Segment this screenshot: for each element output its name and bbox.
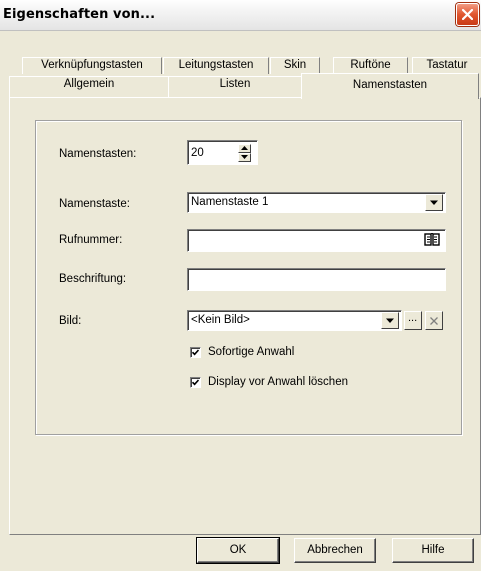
namenstasten-value: 20 — [191, 147, 204, 159]
beschriftung-label: Beschriftung: — [59, 273, 127, 285]
clear-image-button[interactable] — [425, 311, 443, 330]
tab-label: Listen — [219, 78, 251, 90]
chevron-down-icon — [430, 200, 438, 205]
tab-verknuepfungstasten[interactable]: Verknüpfungstasten — [22, 57, 162, 74]
namenstasten-label: Namenstasten: — [59, 148, 137, 160]
tab-label: Leitungstasten — [178, 59, 254, 71]
checkmark-icon — [192, 379, 199, 386]
bild-label: Bild: — [59, 315, 82, 327]
tab-allgemein[interactable]: Allgemein — [9, 76, 169, 98]
tab-tastatur[interactable]: Tastatur — [412, 57, 481, 74]
tab-ruftoene[interactable]: Ruftöne — [333, 57, 408, 74]
close-button[interactable] — [456, 3, 479, 26]
cancel-button[interactable]: Abbrechen — [294, 538, 376, 563]
tab-label: Namenstasten — [352, 79, 428, 91]
phonebook-button[interactable] — [423, 232, 441, 248]
browse-button-label: ... — [408, 312, 418, 324]
tab-leitungstasten[interactable]: Leitungstasten — [163, 57, 269, 74]
chevron-down-icon — [386, 318, 394, 323]
phonebook-icon — [424, 233, 440, 246]
beschriftung-input[interactable] — [187, 268, 446, 291]
sofortige-anwahl-label[interactable]: Sofortige Anwahl — [208, 346, 294, 358]
dropdown-button[interactable] — [425, 194, 443, 211]
bild-select[interactable]: <Kein Bild> — [187, 310, 402, 331]
spin-up-button[interactable] — [238, 144, 251, 153]
ok-button[interactable]: OK — [196, 537, 280, 564]
arrow-up-icon — [241, 146, 248, 150]
tab-namenstasten[interactable]: Namenstasten — [301, 73, 479, 99]
namenstaste-value: Namenstaste 1 — [191, 196, 269, 208]
display-loeschen-checkbox[interactable] — [190, 377, 201, 388]
checkmark-icon — [192, 349, 199, 356]
tab-label: Verknüpfungstasten — [41, 59, 143, 71]
sofortige-anwahl-checkbox[interactable] — [190, 347, 201, 358]
browse-button[interactable]: ... — [404, 311, 422, 330]
tab-label: Skin — [283, 59, 307, 71]
window-title: Eigenschaften von... — [3, 7, 156, 22]
rufnummer-label: Rufnummer: — [59, 234, 123, 246]
close-icon — [462, 9, 473, 20]
namenstasten-stepper[interactable]: 20 — [187, 140, 258, 165]
tab-listen[interactable]: Listen — [168, 76, 302, 98]
rufnummer-input[interactable] — [187, 229, 446, 252]
namenstaste-select[interactable]: Namenstaste 1 — [187, 192, 446, 213]
display-loeschen-label[interactable]: Display vor Anwahl löschen — [208, 376, 348, 388]
properties-dialog: Eigenschaften von... Verknüpfungstasten … — [0, 0, 481, 571]
namenstaste-label: Namenstaste: — [59, 198, 130, 210]
tab-label: Allgemein — [63, 78, 115, 90]
tab-skin[interactable]: Skin — [270, 57, 320, 74]
help-button[interactable]: Hilfe — [392, 538, 474, 563]
tab-label: Tastatur — [426, 59, 468, 71]
close-icon — [430, 316, 438, 325]
tab-label: Ruftöne — [350, 59, 391, 71]
spin-down-button[interactable] — [238, 153, 251, 162]
title-bar: Eigenschaften von... — [0, 0, 481, 31]
dropdown-button[interactable] — [381, 312, 399, 329]
arrow-down-icon — [241, 155, 248, 159]
bild-value: <Kein Bild> — [191, 314, 250, 326]
